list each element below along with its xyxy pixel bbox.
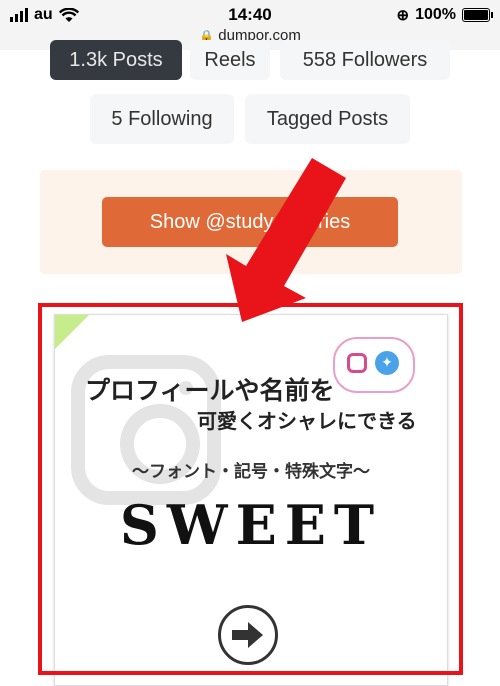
orientation-lock-icon: ⊕: [396, 7, 410, 24]
stories-panel: Show @study_a tories: [40, 170, 462, 274]
show-stories-button[interactable]: Show @study_a tories: [102, 197, 398, 247]
status-right: ⊕ 100%: [396, 6, 493, 24]
highlight-frame: [38, 303, 463, 675]
following-tab[interactable]: 5 Following: [90, 94, 234, 144]
reels-tab[interactable]: Reels: [190, 40, 270, 80]
tagged-posts-tab[interactable]: Tagged Posts: [245, 94, 410, 144]
posts-tab[interactable]: 1.3k Posts: [50, 40, 182, 80]
battery-percent: 100%: [415, 6, 456, 23]
battery-icon: [462, 8, 493, 22]
followers-tab[interactable]: 558 Followers: [280, 40, 450, 80]
